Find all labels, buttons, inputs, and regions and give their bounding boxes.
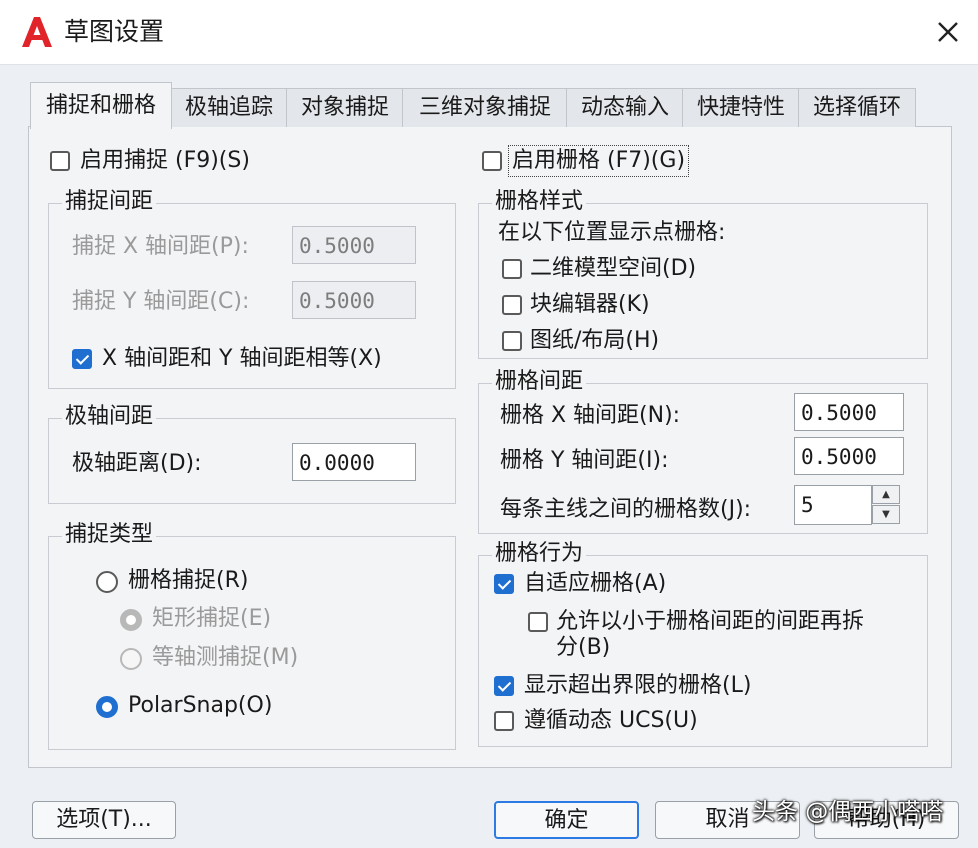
tab-dynamic-input[interactable]: 动态输入 — [566, 88, 684, 127]
rectangular-snap-radio[interactable] — [120, 609, 142, 631]
ok-button[interactable]: 确定 — [494, 801, 639, 839]
adaptive-grid-label: 自适应栅格(A) — [524, 571, 667, 596]
grid-2d-model-space-label: 二维模型空间(D) — [530, 256, 697, 281]
equal-spacing-label: X 轴间距和 Y 轴间距相等(X) — [102, 346, 382, 371]
window-title: 草图设置 — [64, 17, 165, 46]
tab-object-snap[interactable]: 对象捕捉 — [286, 88, 404, 127]
grid-sheet-layout-label: 图纸/布局(H) — [530, 328, 660, 353]
tab-3d-object-snap[interactable]: 三维对象捕捉 — [402, 88, 568, 127]
polar-distance-label: 极轴距离(D): — [72, 451, 202, 476]
enable-snap-label: 启用捕捉 (F9)(S) — [80, 148, 250, 173]
rectangular-snap-label: 矩形捕捉(E) — [152, 606, 272, 631]
subdivide-label-line-1: 允许以小于栅格间距的间距再拆 — [556, 609, 865, 634]
enable-grid-checkbox[interactable] — [482, 151, 502, 171]
follow-dynamic-ucs-checkbox[interactable] — [494, 711, 514, 731]
adaptive-grid-checkbox[interactable] — [494, 574, 514, 594]
grid-style-subtitle: 在以下位置显示点栅格: — [498, 220, 726, 245]
isometric-snap-label: 等轴测捕捉(M) — [152, 645, 299, 670]
tab-snap-and-grid[interactable]: 捕捉和栅格 — [30, 82, 172, 129]
grid-y-spacing-input[interactable]: 0.5000 — [794, 437, 904, 475]
follow-dynamic-ucs-label: 遵循动态 UCS(U) — [524, 708, 698, 733]
grid-x-spacing-input[interactable]: 0.5000 — [794, 393, 904, 431]
display-beyond-limits-checkbox[interactable] — [494, 676, 514, 696]
tab-polar-tracking[interactable]: 极轴追踪 — [170, 88, 288, 127]
grid-snap-label: 栅格捕捉(R) — [128, 568, 249, 593]
major-line-label: 每条主线之间的栅格数(J): — [500, 497, 752, 522]
enable-snap-checkbox[interactable] — [50, 151, 70, 171]
grid-style-title: 栅格样式 — [492, 188, 587, 216]
polarsnap-label: PolarSnap(O) — [128, 693, 273, 718]
snap-y-spacing-input[interactable]: 0.5000 — [292, 281, 416, 319]
subdivide-label-line-2: 分(B) — [556, 635, 611, 660]
major-line-input[interactable]: 5 — [794, 485, 872, 525]
polarsnap-radio[interactable] — [96, 696, 118, 718]
grid-block-editor-label: 块编辑器(K) — [530, 292, 650, 317]
snap-spacing-title: 捕捉间距 — [62, 188, 157, 216]
grid-2d-model-space-checkbox[interactable] — [502, 259, 522, 279]
snap-x-spacing-input[interactable]: 0.5000 — [292, 226, 416, 264]
subdivide-checkbox[interactable] — [528, 612, 548, 632]
grid-y-spacing-label: 栅格 Y 轴间距(I): — [500, 448, 669, 473]
grid-block-editor-checkbox[interactable] — [502, 295, 522, 315]
tab-quick-properties[interactable]: 快捷特性 — [682, 88, 800, 127]
options-button[interactable]: 选项(T)... — [32, 801, 176, 839]
snap-type-title: 捕捉类型 — [62, 521, 157, 549]
grid-behavior-title: 栅格行为 — [492, 540, 587, 568]
equal-spacing-checkbox[interactable] — [72, 349, 92, 369]
close-icon[interactable] — [930, 14, 966, 50]
polar-spacing-title: 极轴间距 — [62, 403, 157, 431]
spin-down-icon[interactable]: ▼ — [872, 505, 900, 524]
grid-snap-radio[interactable] — [96, 571, 118, 593]
snap-x-spacing-label: 捕捉 X 轴间距(P): — [72, 234, 249, 259]
tab-selection-cycling[interactable]: 选择循环 — [798, 88, 916, 127]
spin-up-icon[interactable]: ▲ — [872, 485, 900, 504]
grid-sheet-layout-checkbox[interactable] — [502, 331, 522, 351]
polar-distance-input[interactable]: 0.0000 — [292, 443, 416, 481]
autocad-logo-icon — [22, 17, 52, 47]
enable-grid-label: 启用栅格 (F7)(G) — [508, 145, 690, 177]
display-beyond-limits-label: 显示超出界限的栅格(L) — [524, 673, 752, 698]
grid-x-spacing-label: 栅格 X 轴间距(N): — [500, 403, 681, 428]
snap-y-spacing-label: 捕捉 Y 轴间距(C): — [72, 289, 250, 314]
watermark-text: 头条 @偶西小嗒嗒 — [752, 799, 944, 825]
isometric-snap-radio[interactable] — [120, 648, 142, 670]
grid-spacing-title: 栅格间距 — [492, 368, 587, 396]
